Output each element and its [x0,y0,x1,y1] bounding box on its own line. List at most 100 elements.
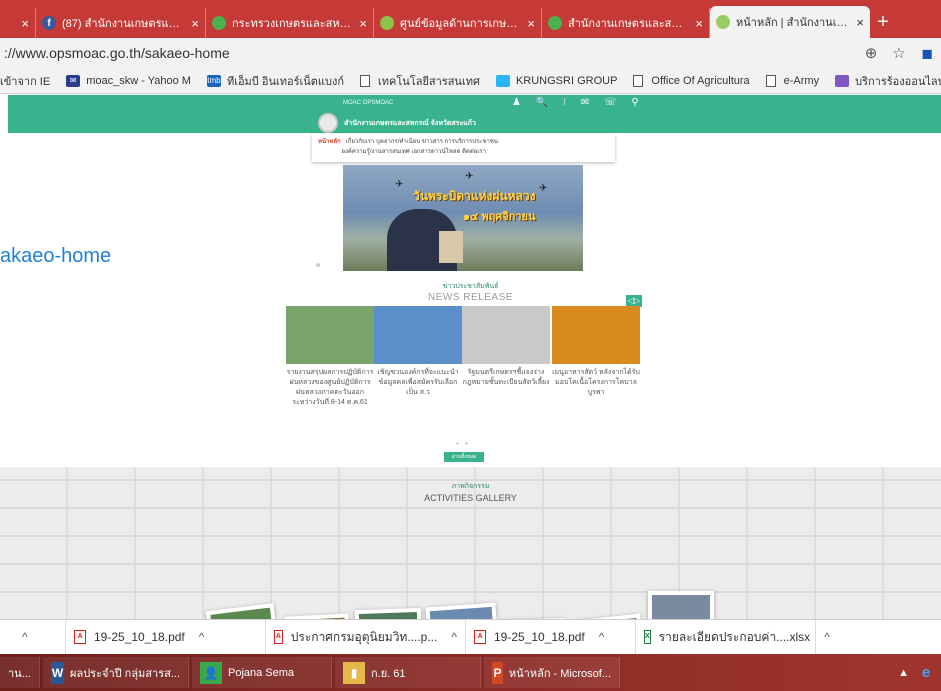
tab-close-icon[interactable]: × [359,16,367,31]
chevron-up-icon[interactable]: ^ [22,630,28,644]
bookmark-label: เทคโนโลยีสารสนเทศ [378,75,480,88]
site-menu: หน้าหลัก เกี่ยวกับเรา บุคลากร/ทำเนียบ ข่… [312,134,615,162]
read-all-button[interactable]: อ่านทั้งหมด [444,452,484,462]
news-caption[interactable]: เชิญชวนองค์กรที่จะแนะนำข้อมูลคลเพื่อสมัค… [374,368,462,398]
gallery-image[interactable] [210,607,274,619]
site-toolbar-icons[interactable]: ♟ 🔍 ⁝ ✉ ☏ ⚲ [512,97,645,108]
news-caption[interactable]: เมนูอาหารสัตว์ หลังจากได้รับมอบโคเนื้อโค… [552,368,640,398]
gallery-photo[interactable]: ข่าวประจำวันวันที่ 11 ตุลาคม 2561 [425,602,501,619]
bookmark-label: ทีเอ็มบี อินเทอร์เน็ตแบงก์ [226,75,345,88]
taskbar-item[interactable]: ▮ ก.ย. 61 [335,657,481,688]
news-card[interactable]: รายงานสรุปผลการปฏิบัติการฝนหลวงของศูนย์ป… [286,306,374,408]
news-card[interactable]: รัฐมนตรีเกษตรฯชี้แจงร่างกฎหมายชั้นทะเบีย… [462,306,550,388]
browser-tab[interactable]: กระทรวงเกษตรและสหกรณ์ × [206,8,374,38]
chevron-up-icon[interactable]: ^ [199,630,205,644]
app-icon: 👤 [200,661,222,684]
site-top-line: MOAC OPSMOAC [343,100,394,106]
news-thumbnail[interactable] [552,306,640,364]
menu-line-1[interactable]: เกี่ยวกับเรา บุคลากร/ทำเนียบ ข่าวสาร การ… [346,139,498,145]
browser-tab[interactable]: ศูนย์ข้อมูลด้านการเกษตรและ × [374,8,542,38]
tab-strip: ×f(87) สำนักงานเกษตรและสหก×กระทรวงเกษตรแ… [0,0,941,38]
tab-favicon-icon [716,15,730,29]
taskbar-item[interactable]: 👤 Pojana Sema [192,657,332,688]
page-icon [360,74,371,87]
gallery-photo[interactable]: งานสืบสานประเพณีสงกรานต์ วันผู้สูงอายุแล… [648,591,714,619]
bookmark-label: e-Army [783,74,820,87]
news-thumbnail[interactable] [286,306,374,364]
page-viewport: MOAC OPSMOAC ♟ 🔍 ⁝ ✉ ☏ ⚲ สำนักงานเกษตรแล… [0,95,941,619]
taskbar-item[interactable]: P หน้าหลัก - Microsof... [484,657,620,688]
tab-close-icon[interactable]: × [21,16,29,31]
news-caption[interactable]: รายงานสรุปผลการปฏิบัติการฝนหลวงของศูนย์ป… [286,368,374,408]
chevron-up-icon[interactable]: ^ [824,630,830,644]
tray-arrow-icon[interactable]: ▲ [898,667,909,679]
bookmark-item[interactable]: Office Of Agricultura [633,74,750,87]
tab-close-icon[interactable]: × [856,15,864,30]
download-filename: 19-25_10_18.pdf [94,630,185,644]
site-logo[interactable] [318,113,338,133]
browser-tab[interactable]: × [0,8,36,38]
site-name[interactable]: สำนักงานเกษตรและสหกรณ์ จังหวัดสระแก้ว [344,118,476,129]
new-tab-button[interactable]: + [870,8,896,38]
bookmark-item[interactable]: KRUNGSRI GROUP [495,74,617,87]
news-thumbnail[interactable] [374,306,462,364]
news-card[interactable]: เมนูอาหารสัตว์ หลังจากได้รับมอบโคเนื้อโค… [552,306,640,398]
tab-close-icon[interactable]: × [191,16,199,31]
gallery-photo[interactable]: ข่าวประจำวันวันที่ 10 ตุลาคม 2561 [354,607,424,619]
ghost-url-text: akaeo-home [0,245,112,267]
bookmark-item[interactable]: เข้าจาก IE [0,72,50,90]
page-icon [633,74,644,87]
chevron-up-icon[interactable]: ^ [451,630,457,644]
taskbar-label: ก.ย. 61 [371,667,406,680]
url-input[interactable]: ://www.opsmoac.go.th/sakaeo-home [0,45,857,61]
tab-close-icon[interactable]: × [527,16,535,31]
bookmark-item[interactable]: tmb ทีเอ็มบี อินเทอร์เน็ตแบงก์ [206,72,345,90]
bookmark-item[interactable]: บริการร้องออนไลน์ [835,72,941,90]
gallery-image[interactable] [652,595,710,619]
browser-window: ×f(87) สำนักงานเกษตรและสหก×กระทรวงเกษตรแ… [0,0,941,691]
download-item[interactable]: A 19-25_10_18.pdf ^ [66,619,266,655]
download-item[interactable]: A ประกาศกรมอุตุนิยมวิท....p... ^ [266,619,466,655]
hero-banner[interactable]: ✈ ✈ ✈ วันพระบิดาแห่งฝนหลวง ๑๔ พฤศจิกายน [343,165,583,271]
menu-line-2[interactable]: องค์ความรู้/งานสารสนเทศ เอกสารดาวน์โหลด … [341,149,486,155]
browser-tab[interactable]: สำนักงานเกษตรและสหกรณ์ × [542,8,710,38]
tab-close-icon[interactable]: × [695,16,703,31]
tab-favicon-icon: f [42,16,56,30]
download-item[interactable]: ^ [0,619,66,655]
download-filename: ประกาศกรมอุตุนิยมวิท....p... [290,629,438,644]
zoom-icon[interactable]: ⊕ [857,44,885,62]
bookmark-item[interactable]: e-Army [765,74,820,87]
tab-title: กระทรวงเกษตรและสหกรณ์ [232,18,352,30]
browser-tab[interactable]: หน้าหลัก | สำนักงานเกษตรแ × [710,6,870,38]
extension-icon[interactable]: ◼ [913,45,941,62]
taskbar-label: ผลประจำปี กลุ่มสารส... [70,667,180,680]
gallery-image[interactable] [358,612,418,619]
app-icon: W [51,661,65,684]
news-pager-dots[interactable]: • • [456,439,470,448]
news-caption[interactable]: รัฐมนตรีเกษตรฯชี้แจงร่างกฎหมายชั้นทะเบีย… [462,368,550,388]
slider-dot[interactable] [316,263,320,267]
chevron-up-icon[interactable]: ^ [599,630,605,644]
taskbar-item[interactable]: าน... [0,657,40,688]
download-item[interactable]: X รายละเอียดประกอบค่า....xlsx ^ [636,619,830,655]
download-item[interactable]: A 19-25_10_18.pdf ^ [466,619,636,655]
news-thumbnail[interactable] [462,306,550,364]
gallery-image[interactable] [429,606,494,619]
tab-favicon-icon [548,16,562,30]
tab-favicon-icon [212,16,226,30]
gallery-photo[interactable]: ข่าวประจำวันวันที่ 17 ตุลาคม 2561 [205,603,283,619]
browser-tab[interactable]: f (87) สำนักงานเกษตรและสหก × [36,8,206,38]
hero-title: วันพระบิดาแห่งฝนหลวง [413,189,536,203]
ie-icon[interactable]: e [917,664,935,682]
news-card[interactable]: เชิญชวนองค์กรที่จะแนะนำข้อมูลคลเพื่อสมัค… [374,306,462,398]
site-icon [495,74,510,87]
menu-item-home[interactable]: หน้าหลัก [318,139,341,145]
news-heading: NEWS RELEASE [428,292,513,303]
taskbar-item[interactable]: W ผลประจำปี กลุ่มสารส... [43,657,189,688]
bookmark-item[interactable]: เทคโนโลยีสารสนเทศ [360,72,480,90]
bookmark-item[interactable]: ✉ moac_skw - Yahoo M [66,74,191,87]
hero-date: ๑๔ พฤศจิกายน [463,211,536,223]
plane-icon: ✈ [539,183,548,194]
news-thai-heading: ข่าวประชาสัมพันธ์ [442,283,499,290]
star-icon[interactable]: ☆ [885,44,913,62]
